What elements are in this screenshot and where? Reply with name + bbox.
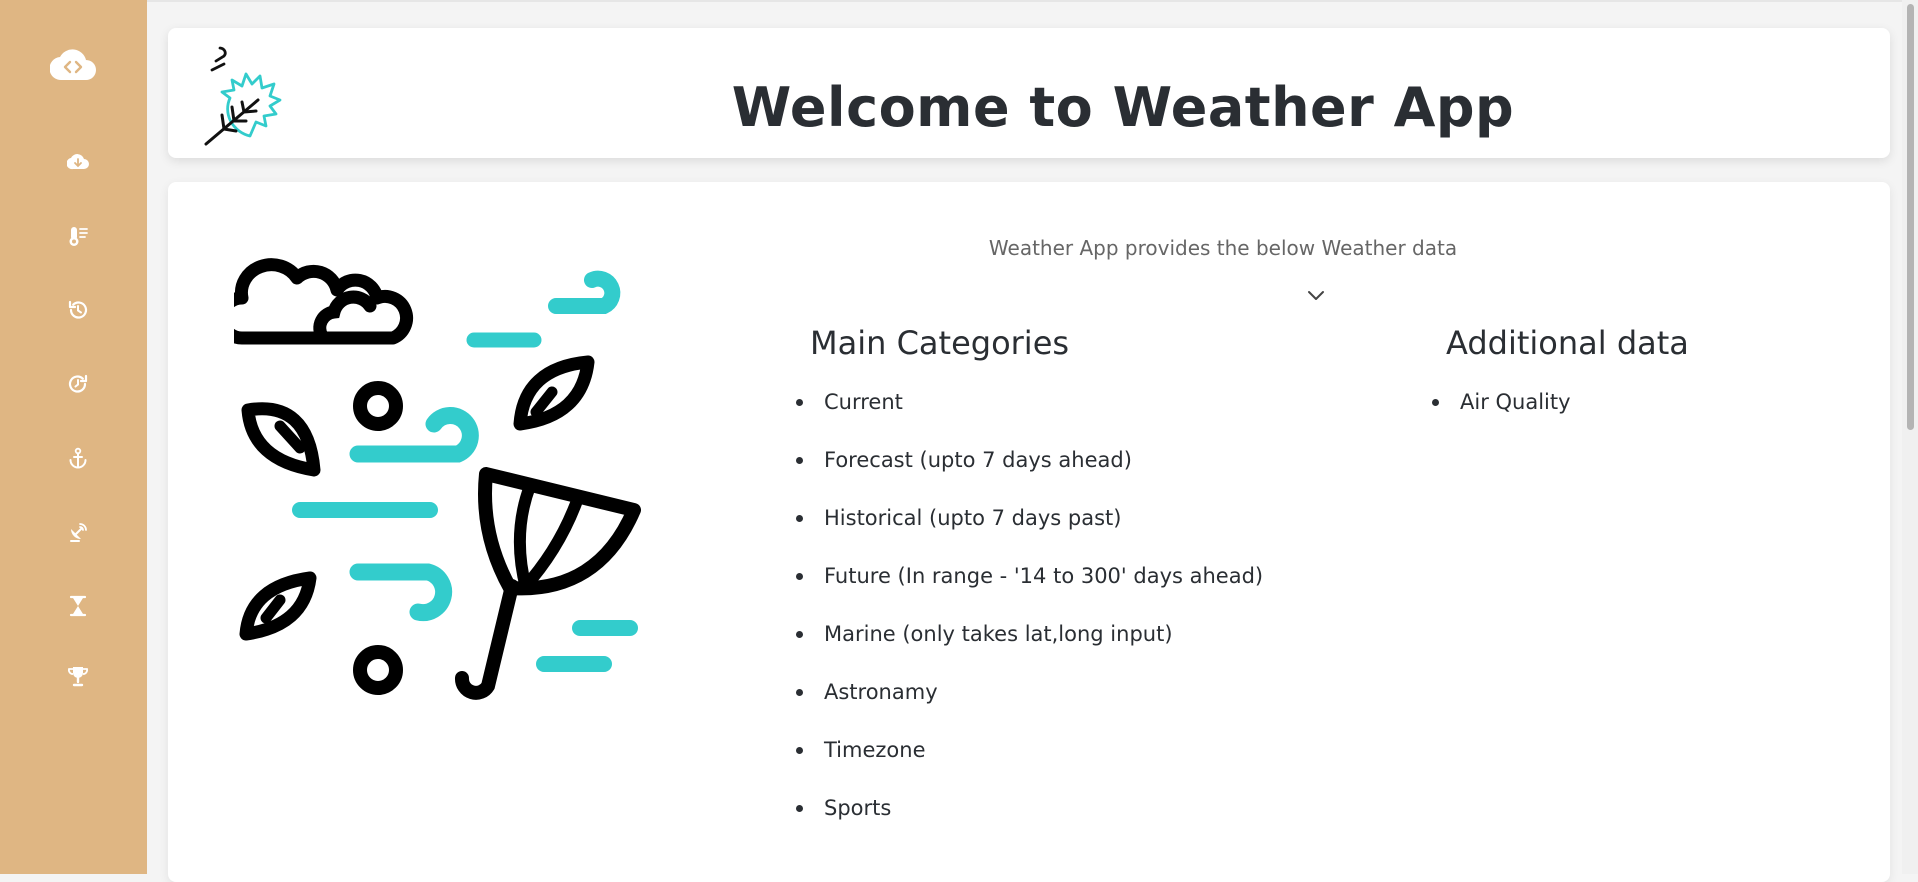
sidebar-item-historical[interactable] bbox=[62, 294, 94, 326]
page-title: Welcome to Weather App bbox=[731, 76, 1515, 139]
sidebar bbox=[0, 0, 147, 874]
sidebar-item-sports[interactable] bbox=[62, 660, 94, 692]
list-item: Marine (only takes lat,long input) bbox=[792, 620, 1263, 648]
sidebar-item-forecast[interactable] bbox=[62, 220, 94, 252]
sidebar-item-marine[interactable] bbox=[62, 442, 94, 474]
list-item: Astronamy bbox=[792, 678, 1263, 706]
satellite-dish-icon bbox=[70, 523, 87, 542]
scrollbar[interactable] bbox=[1902, 0, 1918, 874]
list-item: Air Quality bbox=[1428, 388, 1571, 416]
main-categories-title: Main Categories bbox=[810, 324, 1070, 362]
list-item: Timezone bbox=[792, 736, 1263, 764]
list-item: Current bbox=[792, 388, 1263, 416]
windy-weather-illustration bbox=[234, 258, 641, 700]
intro-text: Weather App provides the below Weather d… bbox=[988, 236, 1458, 260]
cloud-code-icon[interactable] bbox=[50, 44, 96, 84]
main-categories-list: Current Forecast (upto 7 days ahead) His… bbox=[792, 388, 1263, 852]
future-clock-icon bbox=[68, 374, 88, 393]
cloud-download-icon bbox=[67, 154, 89, 170]
top-border bbox=[147, 0, 1918, 2]
list-item: Sports bbox=[792, 794, 1263, 822]
sidebar-item-astronomy[interactable] bbox=[62, 516, 94, 548]
hourglass-icon bbox=[69, 595, 87, 617]
thermometer-icon bbox=[69, 227, 88, 246]
list-item: Forecast (upto 7 days ahead) bbox=[792, 446, 1263, 474]
anchor-icon bbox=[69, 447, 87, 469]
list-item: Future (In range - '14 to 300' days ahea… bbox=[792, 562, 1263, 590]
chevron-down-icon[interactable] bbox=[1306, 288, 1326, 302]
sidebar-item-timezone[interactable] bbox=[62, 590, 94, 622]
sidebar-item-current[interactable] bbox=[62, 146, 94, 178]
additional-data-list: Air Quality bbox=[1428, 388, 1571, 446]
header: Welcome to Weather App bbox=[168, 28, 1890, 158]
main-content: Weather App provides the below Weather d… bbox=[168, 182, 1890, 882]
additional-data-title: Additional data bbox=[1446, 324, 1689, 362]
history-icon bbox=[68, 300, 88, 319]
trophy-icon bbox=[68, 667, 88, 687]
list-item: Historical (upto 7 days past) bbox=[792, 504, 1263, 532]
scrollbar-thumb[interactable] bbox=[1907, 4, 1914, 430]
sidebar-item-future[interactable] bbox=[62, 368, 94, 400]
